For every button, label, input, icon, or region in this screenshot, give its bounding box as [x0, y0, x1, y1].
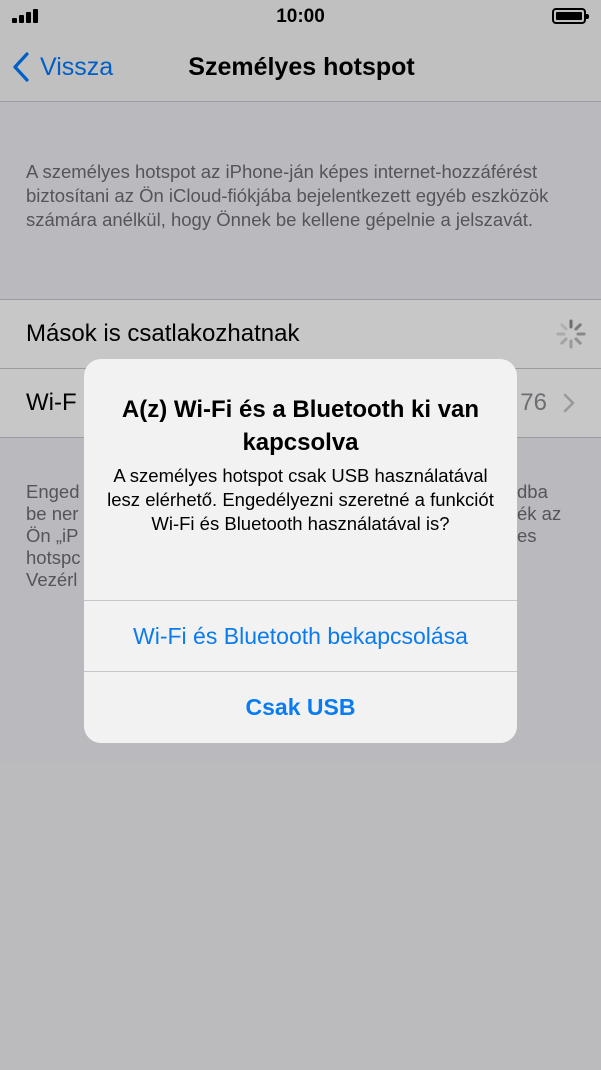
usb-only-button[interactable]: Csak USB: [84, 671, 517, 741]
alert-message: A személyes hotspot csak USB használatáv…: [107, 465, 494, 534]
alert-dialog: A(z) Wi-Fi és a Bluetooth ki van kapcsol…: [84, 359, 517, 743]
alert-title: A(z) Wi-Fi és a Bluetooth ki van kapcsol…: [121, 396, 480, 456]
enable-wifi-bluetooth-button[interactable]: Wi-Fi és Bluetooth bekapcsolása: [84, 600, 517, 670]
